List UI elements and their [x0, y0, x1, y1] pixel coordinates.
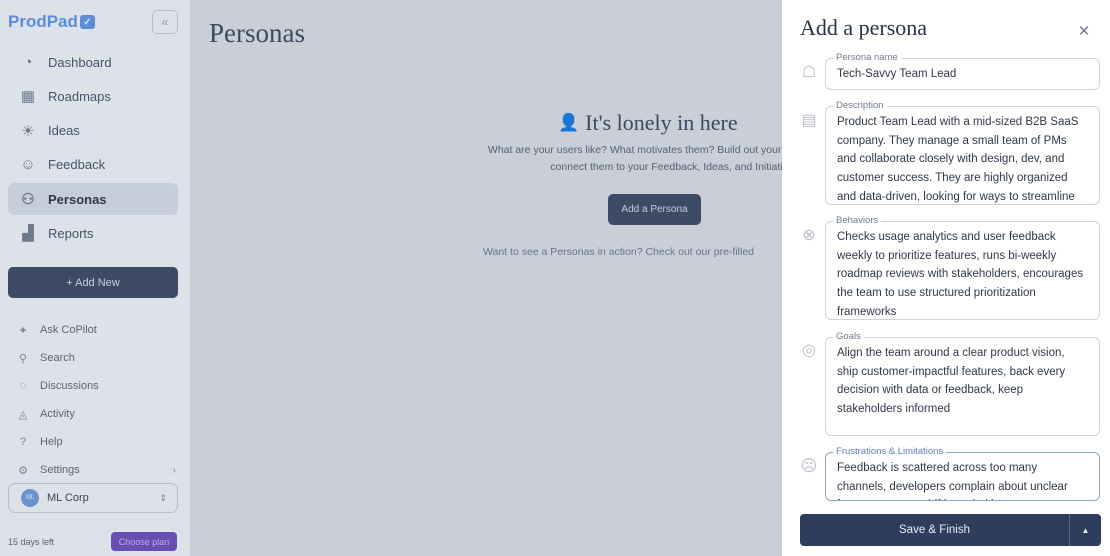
- behavior-icon: ⊗: [802, 227, 816, 244]
- workspace-name: ML Corp: [47, 492, 89, 504]
- nav-item-help[interactable]: ? Help: [16, 428, 176, 456]
- save-button-group: Save & Finish ▲: [800, 514, 1101, 546]
- frustrations-field[interactable]: Feedback is scattered across too many ch…: [825, 452, 1100, 501]
- person-icon: 👤: [558, 113, 580, 132]
- bell-icon: ◬: [18, 408, 28, 421]
- description-label: Description: [833, 100, 887, 111]
- nav-item-discussions[interactable]: ◌ Discussions: [16, 372, 176, 400]
- save-options-button[interactable]: ▲: [1070, 514, 1101, 546]
- gear-icon: ⚙: [18, 464, 28, 477]
- nav-item-search[interactable]: ⚲ Search: [16, 344, 176, 372]
- behaviors-field[interactable]: Checks usage analytics and user feedback…: [825, 221, 1100, 320]
- chevron-right-icon: ›: [172, 464, 176, 476]
- workspace-switcher[interactable]: ML ML Corp ⇕: [8, 483, 178, 513]
- dashboard-icon: ◔: [23, 53, 33, 71]
- nav-item-ask-copilot[interactable]: ✦ Ask CoPilot: [16, 316, 176, 344]
- empty-state-line: connect them to your Feedback, Ideas, an…: [550, 161, 794, 173]
- empty-state-line: What are your users like? What motivates…: [487, 144, 797, 156]
- collapse-sidebar-button[interactable]: «: [152, 10, 178, 34]
- frustrations-label: Frustrations & Limitations: [833, 446, 947, 457]
- save-finish-button[interactable]: Save & Finish: [800, 514, 1069, 546]
- nav-item-label: Settings: [40, 464, 80, 476]
- nav-item-label: Activity: [40, 408, 75, 420]
- nav-item-dashboard[interactable]: ◔ Dashboard: [8, 46, 178, 78]
- goals-label: Goals: [833, 331, 864, 342]
- nav-item-personas[interactable]: ⚇ Personas: [8, 183, 178, 216]
- description-field[interactable]: Product Team Lead with a mid-sized B2B S…: [825, 106, 1100, 205]
- nav-item-label: Ideas: [48, 123, 80, 139]
- main-nav: ◔ Dashboard ▦ Roadmaps ☀ Ideas ☺ Feedback ⚇ P…: [8, 46, 178, 252]
- double-chevron-left-icon: «: [161, 15, 169, 29]
- nav-item-label: Personas: [48, 191, 107, 207]
- behaviors-value: Checks usage analytics and user feedback…: [837, 231, 1084, 318]
- persona-name-value: Tech-Savvy Team Lead: [837, 68, 957, 80]
- caret-up-icon: ▲: [1081, 525, 1090, 535]
- persona-name-label: Persona name: [833, 52, 901, 63]
- add-persona-panel: Add a persona × ☖ Tech-Savvy Team Lead P…: [782, 0, 1110, 556]
- secondary-nav: ✦ Ask CoPilot ⚲ Search ◌ Discussions ◬ Activ…: [16, 316, 176, 484]
- avatar: ML: [21, 489, 39, 507]
- panel-title: Add a persona: [800, 15, 928, 40]
- nav-item-label: Reports: [48, 225, 94, 241]
- document-icon: ▤: [801, 112, 817, 129]
- empty-state-title: 👤 It's lonely in here: [558, 110, 738, 136]
- nav-item-settings[interactable]: ⚙ Settings ›: [16, 456, 176, 484]
- nav-item-label: Discussions: [40, 380, 99, 392]
- add-new-button[interactable]: + Add New: [8, 267, 178, 298]
- nav-item-reports[interactable]: ▟ Reports: [8, 217, 178, 249]
- main-content: Personas 👤 It's lonely in here What are …: [190, 0, 796, 556]
- lightbulb-icon: ☀: [21, 122, 35, 140]
- empty-state-hint[interactable]: Want to see a Personas in action? Check …: [483, 246, 754, 258]
- chat-bubble-icon: ◌: [19, 380, 27, 392]
- nav-item-label: Search: [40, 352, 75, 364]
- page-title: Personas: [209, 18, 305, 48]
- reports-icon: ▟: [22, 225, 34, 243]
- help-icon: ?: [19, 436, 27, 448]
- roadmaps-icon: ▦: [20, 88, 36, 106]
- nav-item-ideas[interactable]: ☀ Ideas: [8, 115, 178, 147]
- target-icon: ◎: [802, 342, 816, 359]
- goals-field[interactable]: Align the team around a clear product vi…: [825, 337, 1100, 436]
- prodpad-logo[interactable]: ProdPad ✓: [8, 12, 95, 32]
- nav-item-label: Help: [40, 436, 63, 448]
- goals-value: Align the team around a clear product vi…: [837, 347, 1066, 416]
- nav-item-label: Roadmaps: [48, 88, 111, 104]
- personas-icon: ⚇: [21, 191, 35, 209]
- person-badge-icon: ☖: [801, 64, 817, 81]
- close-icon[interactable]: ×: [1077, 22, 1091, 42]
- empty-state-heading: It's lonely in here: [585, 110, 738, 135]
- logo-check-icon: ✓: [79, 15, 95, 29]
- nav-item-label: Dashboard: [48, 54, 112, 70]
- description-value: Product Team Lead with a mid-sized B2B S…: [837, 116, 1079, 203]
- feedback-icon: ☺: [20, 156, 36, 174]
- chevron-updown-icon: ⇕: [159, 492, 167, 503]
- frustrations-value: Feedback is scattered across too many ch…: [837, 462, 1068, 500]
- nav-item-feedback[interactable]: ☺ Feedback: [8, 149, 178, 181]
- logo-text: ProdPad: [8, 12, 78, 31]
- trial-remaining: 15 days left: [8, 537, 55, 547]
- sparkle-icon: ✦: [18, 324, 28, 337]
- empty-state-description: What are your users like? What motivates…: [452, 142, 832, 176]
- behaviors-label: Behaviors: [833, 215, 882, 226]
- search-icon: ⚲: [18, 352, 28, 365]
- sidebar: ProdPad ✓ « ◔ Dashboard ▦ Roadmaps ☀ Ideas …: [0, 0, 190, 556]
- nav-item-activity[interactable]: ◬ Activity: [16, 400, 176, 428]
- nav-item-label: Feedback: [48, 157, 106, 173]
- frown-face-icon: ☹: [800, 458, 818, 475]
- choose-plan-button[interactable]: Choose plan: [111, 532, 177, 551]
- nav-item-label: Ask CoPilot: [40, 324, 97, 336]
- add-persona-button[interactable]: Add a Persona: [608, 194, 701, 225]
- nav-item-roadmaps[interactable]: ▦ Roadmaps: [8, 80, 178, 112]
